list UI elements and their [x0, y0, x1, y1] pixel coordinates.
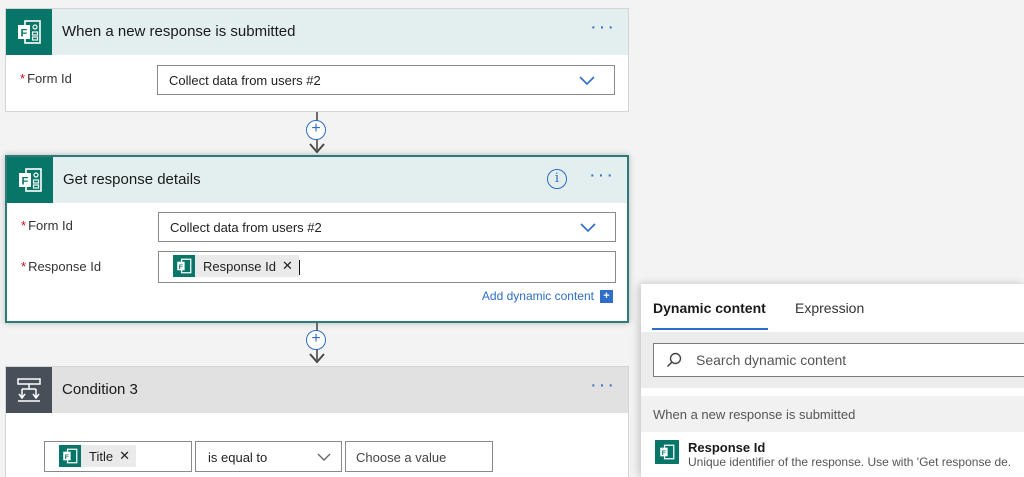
form-id-dropdown[interactable]: Collect data from users #2: [157, 65, 615, 95]
search-dynamic-content-input[interactable]: Search dynamic content: [653, 343, 1024, 377]
get-response-details-card[interactable]: F Get response details i ··· * Form Id Co…: [5, 155, 629, 323]
search-icon: [666, 352, 682, 368]
trigger-title: When a new response is submitted: [62, 23, 296, 40]
dynamic-content-panel: Dynamic content Expression Search dynami…: [641, 284, 1024, 477]
form-id-value: Collect data from users #2: [169, 73, 321, 88]
svg-text:F: F: [21, 28, 28, 40]
response-id-label: * Response Id: [21, 259, 102, 274]
response-id-token[interactable]: F Response Id ✕: [173, 255, 299, 277]
chevron-down-icon: [579, 76, 595, 86]
section-header: When a new response is submitted: [641, 396, 1024, 432]
condition-card-header[interactable]: Condition 3 ···: [6, 367, 628, 413]
trigger-card[interactable]: F When a new response is submitted ··· *…: [5, 8, 629, 112]
form-id-label: * Form Id: [21, 218, 73, 233]
response-id-token-label: Response Id: [203, 258, 276, 274]
condition-card[interactable]: Condition 3 ··· F Title ✕ is equal to Ch…: [5, 366, 629, 477]
condition-right-operand[interactable]: Choose a value: [345, 441, 493, 472]
close-icon[interactable]: ✕: [282, 258, 293, 274]
more-options-icon[interactable]: ···: [590, 375, 616, 395]
chevron-down-icon: [317, 453, 331, 461]
forms-icon: F: [59, 445, 81, 467]
search-placeholder: Search dynamic content: [696, 352, 847, 368]
plus-circle-icon[interactable]: +: [306, 330, 326, 350]
more-options-icon[interactable]: ···: [589, 165, 615, 185]
chevron-down-icon: [580, 223, 596, 233]
condition-operator-value: is equal to: [208, 450, 268, 465]
dynamic-item-description: Unique identifier of the response. Use w…: [688, 455, 1012, 469]
add-dynamic-plus-icon: +: [600, 289, 613, 303]
dynamic-item-response-id[interactable]: F Response Id Unique identifier of the r…: [655, 440, 1024, 474]
choose-value-placeholder: Choose a value: [356, 450, 447, 465]
panel-tabs: Dynamic content Expression: [641, 284, 1024, 330]
get-details-card-header[interactable]: F Get response details i ···: [7, 157, 627, 203]
info-icon[interactable]: i: [547, 169, 567, 189]
trigger-card-header[interactable]: F When a new response is submitted ···: [6, 9, 628, 55]
condition-left-operand[interactable]: F Title ✕: [44, 441, 192, 472]
arrow-down-icon: [309, 353, 325, 364]
svg-text:F: F: [22, 176, 29, 188]
forms-icon: F: [6, 9, 52, 55]
text-cursor: [299, 260, 300, 275]
dynamic-item-title: Response Id: [688, 440, 766, 455]
svg-text:F: F: [65, 454, 69, 461]
section-title: When a new response is submitted: [653, 407, 856, 422]
tab-expression[interactable]: Expression: [795, 300, 864, 316]
form-id-dropdown[interactable]: Collect data from users #2: [158, 212, 616, 242]
condition-title: Condition 3: [62, 381, 138, 398]
form-id-label: * Form Id: [20, 71, 72, 86]
tab-dynamic-content[interactable]: Dynamic content: [653, 300, 766, 316]
svg-text:F: F: [662, 450, 666, 457]
form-id-value: Collect data from users #2: [170, 220, 322, 235]
more-options-icon[interactable]: ···: [590, 17, 616, 37]
response-id-input[interactable]: F Response Id ✕: [158, 251, 616, 283]
plus-circle-icon[interactable]: +: [306, 120, 326, 140]
condition-operator-dropdown[interactable]: is equal to: [195, 441, 342, 472]
title-token-label: Title: [89, 448, 114, 464]
arrow-down-icon: [309, 143, 325, 154]
condition-icon: [6, 367, 52, 413]
forms-icon: F: [655, 440, 679, 464]
add-dynamic-content-link[interactable]: Add dynamic content +: [482, 289, 613, 303]
active-tab-indicator: [652, 328, 768, 330]
forms-icon: F: [7, 157, 53, 203]
title-token[interactable]: F Title ✕: [59, 445, 136, 467]
svg-text:F: F: [179, 264, 183, 271]
get-details-title: Get response details: [63, 171, 201, 188]
close-icon[interactable]: ✕: [119, 448, 130, 464]
forms-icon: F: [173, 255, 195, 277]
add-dynamic-content-label: Add dynamic content: [481, 289, 594, 303]
